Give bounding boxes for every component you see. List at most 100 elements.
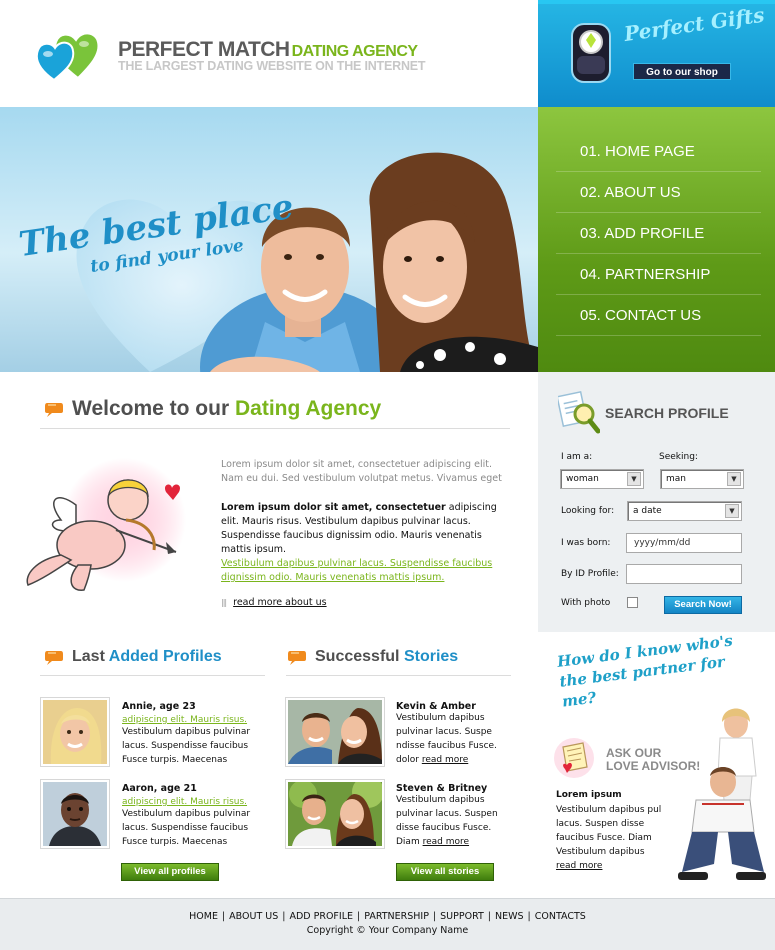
- nav-item-about: 02. ABOUT US: [556, 172, 761, 213]
- id-profile-input[interactable]: [626, 564, 742, 584]
- birth-date-input[interactable]: yyyy/mm/dd: [626, 533, 742, 553]
- footer-link-news[interactable]: NEWS: [495, 911, 524, 922]
- steven-britney-photo: [288, 782, 382, 846]
- seeking-select[interactable]: man ▼: [660, 469, 744, 489]
- with-photo-label: With photo: [561, 598, 611, 608]
- footer-link-home[interactable]: HOME: [189, 911, 218, 922]
- gifts-title: Perfect Gifts: [622, 2, 766, 46]
- story-card: Kevin & Amber Vestibulum dapibus pulvina…: [285, 697, 510, 772]
- advisor-lead: Lorem ipsum: [556, 790, 622, 800]
- profile-photo[interactable]: [40, 779, 110, 849]
- nav-link-add-profile[interactable]: 03. ADD PROFILE: [556, 213, 761, 255]
- speech-bubble-icon: [288, 651, 306, 665]
- stories-heading: Successful Stories: [287, 648, 458, 666]
- nav-link-contact[interactable]: 05. CONTACT US: [556, 295, 761, 337]
- profile-link[interactable]: adipiscing elit. Mauris risus.: [122, 715, 247, 725]
- separator: |: [527, 911, 531, 922]
- chevron-down-icon: ▼: [727, 472, 741, 486]
- seeking-value: man: [666, 474, 686, 484]
- advisor-couple-photo: [678, 708, 766, 880]
- nav-link-about[interactable]: 02. ABOUT US: [556, 172, 761, 214]
- brand-tagline: THE LARGEST DATING WEBSITE ON THE INTERN…: [118, 59, 426, 73]
- view-all-stories-button[interactable]: View all stories: [396, 863, 494, 881]
- bars-icon: |||: [221, 598, 227, 607]
- nav-item-partnership: 04. PARTNERSHIP: [556, 254, 761, 295]
- divider: [286, 675, 511, 676]
- looking-for-label: Looking for:: [561, 506, 615, 516]
- footer-link-add-profile[interactable]: ADD PROFILE: [289, 911, 353, 922]
- cupid-illustration: [26, 458, 186, 591]
- story-photo[interactable]: [285, 779, 385, 849]
- profile-name: Annie, age 23: [122, 701, 196, 712]
- advisor-text: Vestibulum dapibus pul lacus. Suspen dis…: [556, 805, 662, 857]
- footer-link-about[interactable]: ABOUT US: [229, 911, 278, 922]
- magnifier-document-icon: [558, 390, 600, 434]
- brand-main: PERFECT MATCH: [118, 38, 290, 61]
- chevron-down-icon: ▼: [725, 504, 739, 518]
- search-title: SEARCH PROFILE: [605, 405, 729, 421]
- profiles-title: Last Added Profiles: [72, 648, 222, 666]
- welcome-intro: Lorem ipsum dolor sit amet, consectetuer…: [221, 459, 502, 484]
- welcome-title-accent: Dating Agency: [234, 397, 382, 420]
- profiles-heading: Last Added Profiles: [44, 648, 222, 666]
- footer-link-partnership[interactable]: PARTNERSHIP: [364, 911, 429, 922]
- read-more-about-link[interactable]: read more about us: [233, 597, 326, 608]
- i-am-select[interactable]: woman ▼: [560, 469, 644, 489]
- welcome-link[interactable]: Vestibulum dapibus pulvinar lacus. Suspe…: [221, 557, 506, 585]
- footer-link-contacts[interactable]: CONTACTS: [535, 911, 586, 922]
- looking-for-select[interactable]: a date ▼: [627, 501, 742, 521]
- divider: [40, 675, 265, 676]
- advisor-question: How do I know who's the best partner for…: [556, 631, 734, 711]
- aaron-avatar: [43, 782, 107, 846]
- nav-item-add-profile: 03. ADD PROFILE: [556, 213, 761, 254]
- with-photo-checkbox[interactable]: [627, 597, 638, 608]
- hearts-logo-icon[interactable]: [32, 24, 104, 84]
- nav-item-home: 01. HOME PAGE: [556, 131, 761, 172]
- stories-title: Successful Stories: [315, 648, 458, 666]
- profile-card: Aaron, age 21 adipiscing elit. Mauris ri…: [40, 779, 260, 854]
- story-description: Vestibulum dapibus pulvinar lacus. Suspe…: [396, 711, 501, 767]
- profile-link[interactable]: adipiscing elit. Mauris risus.: [122, 797, 247, 807]
- ring-box-icon: [571, 23, 611, 83]
- separator: |: [432, 911, 437, 922]
- story-read-more-link[interactable]: read more: [423, 837, 469, 847]
- story-card: Steven & Britney Vestibulum dapibus pulv…: [285, 779, 510, 854]
- profile-description: Vestibulum dapibus pulvinar lacus. Suspe…: [122, 809, 251, 847]
- profile-name: Aaron, age 21: [122, 783, 197, 794]
- advisor-read-more-link[interactable]: read more: [556, 861, 602, 871]
- divider: [40, 428, 510, 429]
- profiles-title-main: Last: [72, 648, 105, 665]
- welcome-heading: Welcome to our Dating Agency: [44, 397, 381, 421]
- annie-avatar: [43, 700, 107, 764]
- profiles-title-accent: Added Profiles: [108, 648, 222, 665]
- read-more-row: ||| read more about us: [221, 597, 327, 608]
- separator: |: [221, 911, 226, 922]
- separator: |: [357, 911, 361, 922]
- profile-photo[interactable]: [40, 697, 110, 767]
- profile-description: Vestibulum dapibus pulvinar lacus. Suspe…: [122, 727, 251, 765]
- welcome-body-bold: Lorem ipsum dolor sit amet, consectetuer: [221, 502, 446, 513]
- profile-card: Annie, age 23 adipiscing elit. Mauris ri…: [40, 697, 260, 772]
- welcome-body: Lorem ipsum dolor sit amet, consectetuer…: [221, 501, 506, 557]
- go-to-shop-button[interactable]: Go to our shop: [633, 63, 731, 80]
- seeking-label: Seeking:: [659, 452, 698, 462]
- nav-link-home[interactable]: 01. HOME PAGE: [556, 131, 761, 173]
- search-now-button[interactable]: Search Now!: [664, 596, 742, 614]
- footer-link-support[interactable]: SUPPORT: [440, 911, 484, 922]
- copyright: Copyright © Your Company Name: [306, 925, 469, 936]
- welcome-title-main: Welcome to our: [72, 397, 230, 420]
- kevin-amber-photo: [288, 700, 382, 764]
- i-am-label: I am a:: [561, 452, 593, 462]
- stories-title-accent: Stories: [403, 648, 459, 665]
- main-nav: 01. HOME PAGE 02. ABOUT US 03. ADD PROFI…: [538, 107, 775, 372]
- brand-suffix: DATING AGENCY: [291, 43, 418, 60]
- story-photo[interactable]: [285, 697, 385, 767]
- nav-link-partnership[interactable]: 04. PARTNERSHIP: [556, 254, 761, 296]
- view-all-profiles-button[interactable]: View all profiles: [121, 863, 219, 881]
- site-header: PERFECT MATCH DATING AGENCY THE LARGEST D…: [0, 0, 538, 107]
- story-read-more-link[interactable]: read more: [422, 755, 468, 765]
- looking-for-value: a date: [633, 506, 662, 516]
- separator: |: [282, 911, 286, 922]
- site-footer: HOME | ABOUT US | ADD PROFILE | PARTNERSHIP | SU…: [0, 898, 775, 950]
- i-am-value: woman: [566, 474, 599, 484]
